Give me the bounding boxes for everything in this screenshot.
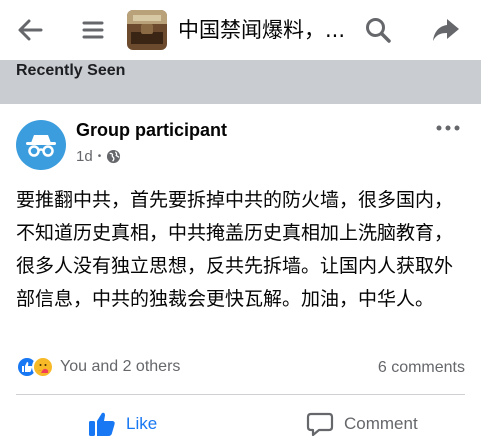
recently-seen-section: Recently Seen [0,60,481,104]
more-options-button[interactable] [432,118,464,138]
search-button[interactable] [360,12,396,48]
share-icon [433,19,459,41]
anonymous-incognito-icon [26,135,56,157]
meta-separator: • [97,151,102,162]
group-thumbnail[interactable] [127,10,167,50]
globe-icon [107,149,121,164]
comments-count[interactable]: 6 comments [378,359,465,377]
post-card: Group participant 1d • 要推翻中共，首先要拆掉中共的防火墙… [0,104,481,436]
care-reaction-icon [32,356,54,378]
comment-label: Comment [344,414,418,433]
group-title[interactable]: 中国禁闻爆料，... [178,16,348,44]
post-body-text: 要推翻中共，首先要拆掉中共的防火墙，很多国内，不知道历史真相，中共掩盖历史真相加… [16,189,454,310]
menu-button[interactable] [75,12,111,48]
more-dots-icon [436,125,460,131]
post-author[interactable]: Group participant [76,120,227,141]
top-bar: 中国禁闻爆料，... [0,0,481,60]
like-button[interactable]: Like [88,406,157,436]
actions-divider [16,394,465,395]
comment-bubble-icon [306,412,334,436]
thumbs-up-icon [89,412,115,436]
post-meta: 1d • [76,148,121,165]
back-button[interactable] [12,12,48,48]
menu-icon [82,21,104,39]
reactions-summary[interactable]: You and 2 others [16,356,180,378]
recently-seen-label: Recently Seen [16,62,126,79]
comment-button[interactable]: Comment [306,406,418,436]
reactions-text: You and 2 others [60,358,181,375]
share-button[interactable] [428,12,464,48]
back-arrow-icon [18,19,43,41]
post-time[interactable]: 1d [76,148,93,165]
search-icon [366,18,391,43]
avatar[interactable] [16,120,66,170]
like-label: Like [126,414,158,433]
